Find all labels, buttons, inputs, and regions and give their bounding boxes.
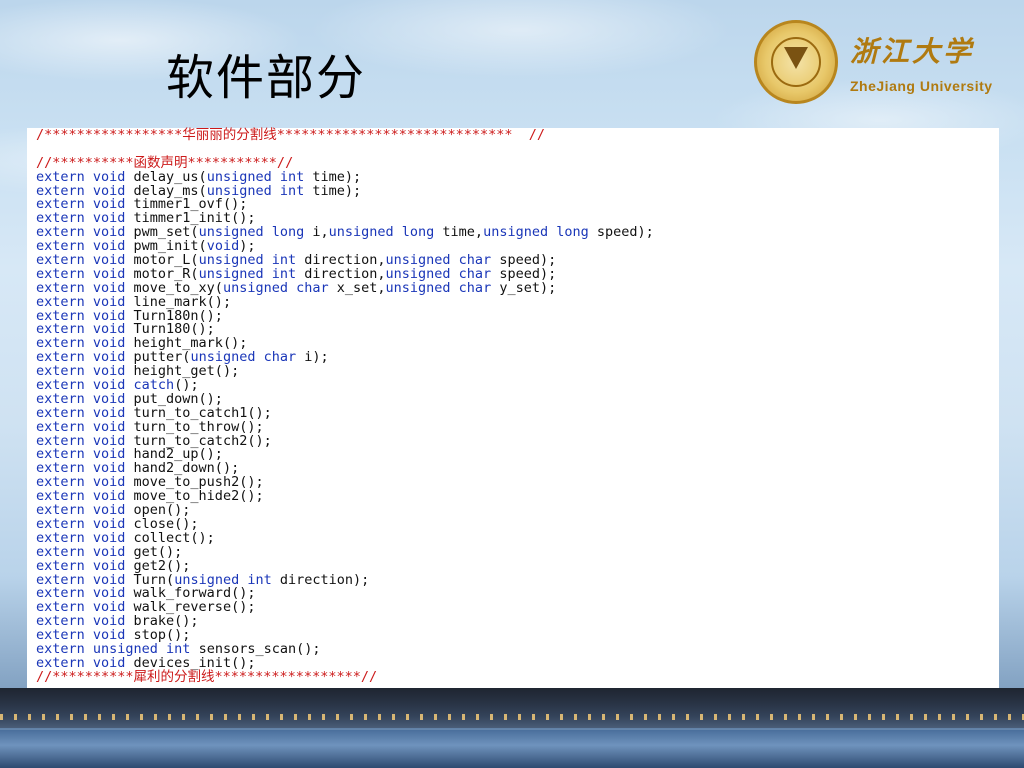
code-text: direction); <box>271 571 370 588</box>
slide-title: 软件部分 <box>166 50 367 106</box>
lake-water <box>0 730 1024 768</box>
code-text: i); <box>296 349 329 366</box>
code-keyword: unsigned char <box>385 279 492 296</box>
code-text: i, <box>304 224 329 241</box>
code-keyword: unsigned long <box>483 224 589 241</box>
code-text: time, <box>434 224 484 241</box>
code-line: //**********犀利的分割线******************// <box>36 668 999 685</box>
logo-name-en: ZheJiang University <box>850 78 993 94</box>
code-comment: /*****************华丽丽的分割线***************… <box>36 127 546 143</box>
code-line: /*****************华丽丽的分割线***************… <box>36 127 999 143</box>
university-seal-icon <box>754 20 838 104</box>
logo-name-cn: 浙江大学 <box>850 35 975 68</box>
code-text: y_set); <box>491 279 557 296</box>
code-keyword: unsigned long <box>328 224 435 241</box>
code-comment: //**********犀利的分割线******************// <box>36 668 378 685</box>
campus-buildings <box>0 688 1024 728</box>
university-logo: 浙江大学 ZheJiang University <box>754 20 1014 110</box>
code-text: speed); <box>588 224 654 241</box>
code-panel: /*****************华丽丽的分割线***************… <box>27 128 999 688</box>
code-text: time); <box>304 182 362 199</box>
building-lights <box>0 714 1024 720</box>
code-text: x_set, <box>328 279 386 296</box>
code-keyword: unsigned char <box>222 279 329 296</box>
